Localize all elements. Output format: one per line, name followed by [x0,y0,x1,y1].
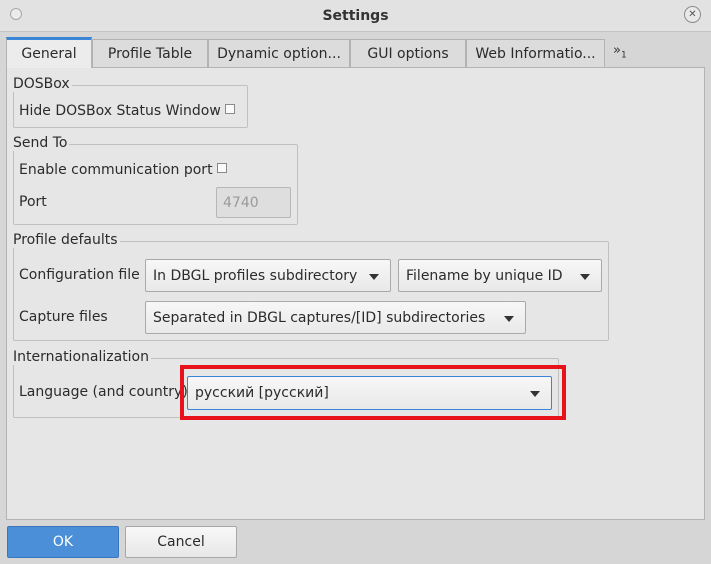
config-location-value: In DBGL profiles subdirectory [153,267,358,284]
chevron-down-icon [580,273,590,280]
config-location-select[interactable]: In DBGL profiles subdirectory [145,259,391,292]
tab-overflow-count: 1 [620,50,627,61]
enable-port-row[interactable]: Enable communication port [19,162,227,178]
tab-dynamic-options[interactable]: Dynamic option... [208,39,350,67]
profile-defaults-group-title: Profile defaults [13,232,120,248]
chevron-down-icon [504,315,514,322]
capture-location-value: Separated in DBGL captures/[ID] subdirec… [153,309,486,326]
send-to-group-title: Send To [13,135,70,151]
tab-profile-table[interactable]: Profile Table [92,39,208,67]
tab-web-information[interactable]: Web Informatio... [466,39,605,67]
dosbox-group-title: DOSBox [13,76,72,92]
port-input[interactable]: 4740 [216,187,291,218]
tab-overflow-icon: » [613,43,621,58]
tab-gui-options[interactable]: GUI options [350,39,466,67]
chevron-down-icon [369,273,379,280]
config-file-label: Configuration file [19,267,140,283]
highlight-box [180,365,566,420]
cancel-button[interactable]: Cancel [125,526,237,558]
capture-location-select[interactable]: Separated in DBGL captures/[ID] subdirec… [145,301,526,334]
config-naming-select[interactable]: Filename by unique ID [398,259,602,292]
port-label: Port [19,194,47,210]
config-naming-value: Filename by unique ID [406,267,563,284]
capture-files-label: Capture files [19,309,108,325]
hide-status-label: Hide DOSBox Status Window [19,103,221,119]
window-title: Settings [322,8,389,24]
tab-overflow-button[interactable]: »1 [613,43,627,61]
tab-bar: General Profile Table Dynamic option... … [6,37,706,68]
ok-button[interactable]: OK [7,526,119,558]
enable-port-label: Enable communication port [19,162,213,178]
language-label: Language (and country) [19,384,188,400]
hide-status-checkbox[interactable] [224,104,235,114]
title-bar: Settings ✕ [0,0,711,32]
i18n-group-title: Internationalization [13,349,151,365]
close-icon[interactable]: ✕ [684,6,701,23]
hide-status-row[interactable]: Hide DOSBox Status Window [19,103,235,119]
tab-general[interactable]: General [6,37,92,68]
enable-port-checkbox[interactable] [216,163,227,173]
